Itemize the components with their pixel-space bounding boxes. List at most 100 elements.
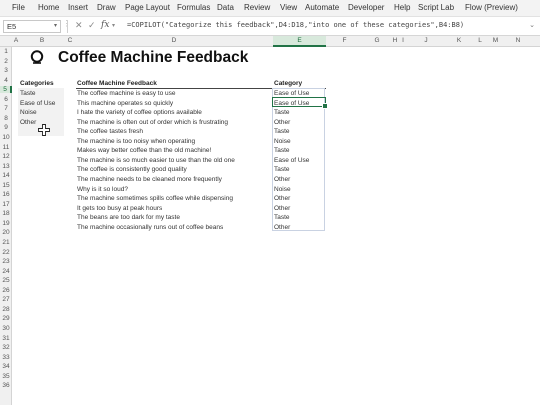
row-header[interactable]: 2 — [0, 58, 12, 65]
menu-page-layout[interactable]: Page Layout — [125, 3, 170, 12]
row-header[interactable]: 20 — [0, 229, 12, 236]
column-header[interactable]: J — [407, 37, 445, 44]
category-result-cell[interactable]: Ease of Use — [274, 156, 309, 166]
category-result-cell[interactable]: Noise — [274, 185, 291, 195]
chevron-down-icon[interactable]: ▾ — [54, 22, 57, 29]
feedback-cell[interactable]: I hate the variety of coffee options ava… — [77, 108, 202, 118]
category-result-cell[interactable]: Taste — [274, 127, 290, 137]
row-header[interactable]: 7 — [0, 105, 12, 112]
menu-formulas[interactable]: Formulas — [177, 3, 210, 12]
cancel-icon[interactable]: ✕ — [75, 20, 83, 31]
row-header[interactable]: 11 — [0, 144, 12, 151]
row-header[interactable]: 15 — [0, 182, 12, 189]
row-header[interactable]: 32 — [0, 344, 12, 351]
menu-developer[interactable]: Developer — [348, 3, 384, 12]
column-header[interactable]: H — [391, 37, 399, 44]
row-header[interactable]: 22 — [0, 249, 12, 256]
chevron-down-icon[interactable]: ▾ — [112, 22, 115, 29]
column-header[interactable]: N — [504, 37, 532, 44]
row-header[interactable]: 35 — [0, 373, 12, 380]
category-result-cell[interactable]: Other — [274, 204, 290, 214]
menu-home[interactable]: Home — [38, 3, 59, 12]
column-header[interactable]: K — [445, 37, 473, 44]
category-result-cell[interactable]: Other — [274, 194, 290, 204]
feedback-cell[interactable]: The coffee machine is easy to use — [77, 89, 176, 99]
feedback-cell[interactable]: It gets too busy at peak hours — [77, 204, 162, 214]
feedback-cell[interactable]: The machine is too noisy when operating — [77, 137, 195, 147]
expand-formula-icon[interactable]: ⌄ — [529, 21, 535, 29]
row-header[interactable]: 6 — [0, 96, 12, 103]
menu-review[interactable]: Review — [244, 3, 270, 12]
row-header[interactable]: 4 — [0, 77, 12, 84]
row-header[interactable]: 19 — [0, 220, 12, 227]
feedback-cell[interactable]: The machine sometimes spills coffee whil… — [77, 194, 233, 204]
column-header[interactable]: A — [12, 37, 20, 44]
row-header[interactable]: 27 — [0, 296, 12, 303]
row-header[interactable]: 29 — [0, 315, 12, 322]
row-header[interactable]: 8 — [0, 115, 12, 122]
row-header[interactable]: 14 — [0, 172, 12, 179]
row-header[interactable]: 9 — [0, 124, 12, 131]
feedback-cell[interactable]: The machine occasionally runs out of cof… — [77, 223, 223, 233]
feedback-cell[interactable]: The coffee is consistently good quality — [77, 165, 187, 175]
row-header[interactable]: 23 — [0, 258, 12, 265]
column-header[interactable]: B — [20, 37, 64, 44]
feedback-cell[interactable]: The machine needs to be cleaned more fre… — [77, 175, 222, 185]
category-result-cell[interactable]: Noise — [274, 137, 291, 147]
feedback-cell[interactable]: Why is it so loud? — [77, 185, 128, 195]
row-header[interactable]: 36 — [0, 382, 12, 389]
row-header[interactable]: 16 — [0, 191, 12, 198]
row-header[interactable]: 24 — [0, 268, 12, 275]
column-header[interactable]: F — [326, 37, 363, 44]
column-header[interactable]: L — [473, 37, 487, 44]
menu-insert[interactable]: Insert — [68, 3, 88, 12]
menu-help[interactable]: Help — [394, 3, 410, 12]
row-header[interactable]: 25 — [0, 277, 12, 284]
row-header[interactable]: 31 — [0, 335, 12, 342]
menu-flow-preview[interactable]: Flow (Preview) — [465, 3, 518, 12]
feedback-cell[interactable]: The coffee tastes fresh — [77, 127, 143, 137]
category-cell[interactable]: Other — [20, 118, 36, 128]
row-header[interactable]: 28 — [0, 306, 12, 313]
feedback-cell[interactable]: Makes way better coffee than the old mac… — [77, 146, 211, 156]
category-result-cell[interactable]: Other — [274, 175, 290, 185]
menu-file[interactable]: File — [12, 3, 25, 12]
category-cell[interactable]: Taste — [20, 89, 36, 99]
row-header[interactable]: 17 — [0, 201, 12, 208]
category-result-cell[interactable]: Other — [274, 118, 290, 128]
category-result-cell[interactable]: Taste — [274, 108, 290, 118]
column-header[interactable]: D — [76, 37, 272, 44]
row-header[interactable]: 30 — [0, 325, 12, 332]
row-header[interactable]: 34 — [0, 363, 12, 370]
row-header-selected[interactable]: 5 — [0, 86, 12, 94]
column-header[interactable]: M — [487, 37, 504, 44]
row-header[interactable]: 10 — [0, 134, 12, 141]
menu-view[interactable]: View — [280, 3, 297, 12]
column-header[interactable]: I — [399, 37, 407, 44]
menu-script-lab[interactable]: Script Lab — [418, 3, 454, 12]
enter-icon[interactable]: ✓ — [88, 20, 96, 31]
row-header[interactable]: 12 — [0, 153, 12, 160]
row-header[interactable]: 3 — [0, 67, 12, 74]
category-result-cell[interactable]: Other — [274, 223, 290, 233]
row-header[interactable]: 26 — [0, 287, 12, 294]
column-header[interactable]: C — [64, 37, 76, 44]
row-header[interactable]: 1 — [0, 48, 12, 55]
category-cell[interactable]: Ease of Use — [20, 99, 55, 109]
menu-draw[interactable]: Draw — [97, 3, 116, 12]
category-result-cell[interactable]: Taste — [274, 213, 290, 223]
menu-data[interactable]: Data — [217, 3, 234, 12]
name-box[interactable]: E5 ▾ — [3, 20, 61, 33]
row-header[interactable]: 13 — [0, 163, 12, 170]
column-header-selected[interactable]: E — [273, 37, 326, 44]
feedback-cell[interactable]: The machine is often out of order which … — [77, 118, 228, 128]
formula-input[interactable]: =COPILOT("Categorize this feedback",D4:D… — [127, 21, 464, 29]
category-result-cell[interactable]: Taste — [274, 146, 290, 156]
column-header[interactable]: G — [363, 37, 391, 44]
menu-automate[interactable]: Automate — [305, 3, 339, 12]
category-cell[interactable]: Noise — [20, 108, 37, 118]
row-header[interactable]: 33 — [0, 354, 12, 361]
row-header[interactable]: 18 — [0, 210, 12, 217]
feedback-cell[interactable]: This machine operates so quickly — [77, 99, 173, 109]
active-cell-e5[interactable] — [272, 97, 328, 109]
